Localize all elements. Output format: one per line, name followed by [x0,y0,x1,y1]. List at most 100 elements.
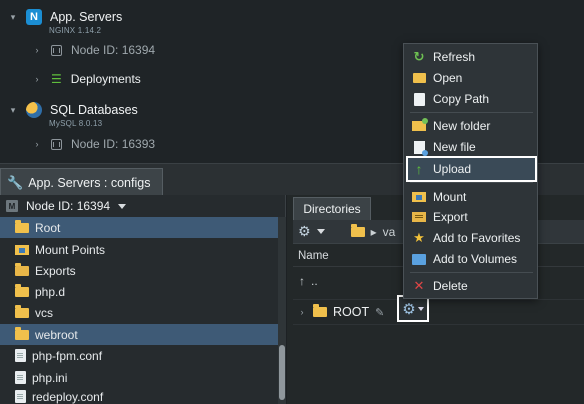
delete-icon: ✕ [413,278,425,293]
gear-icon[interactable]: ⚙ [298,223,311,240]
folder-open-icon[interactable] [350,223,365,237]
path-segment[interactable]: va [383,225,396,239]
table-row-root[interactable]: › ROOT ✎ [293,299,584,325]
menu-item-add-to-volumes[interactable]: Add to Volumes [408,249,535,269]
node-m-icon: M [6,200,18,212]
menu-item-delete[interactable]: ✕ Delete [408,276,535,296]
upload-icon: ↑ [415,161,423,177]
node-icon [51,44,62,56]
menu-item-add-to-favorites[interactable]: ★ Add to Favorites [408,228,535,248]
tab-directories[interactable]: Directories [293,197,371,220]
menu-item-label: Mount [433,190,467,204]
list-item[interactable]: php-fpm.conf [0,345,280,366]
menu-item-new-folder[interactable]: New folder [408,116,535,136]
list-item-label: redeploy.conf [32,389,104,404]
caret-down-icon [417,306,424,311]
menu-item-refresh[interactable]: ↻ Refresh [408,47,535,67]
menu-divider [410,182,533,183]
list-item[interactable]: Exports [0,260,280,281]
chevron-right-icon[interactable]: › [297,307,307,317]
tab-label: App. Servers : configs [28,175,151,190]
menu-item-upload[interactable]: ↑ Upload [406,156,537,182]
menu-item-label: Upload [433,162,472,176]
new-folder-icon [412,118,428,133]
list-item[interactable]: vcs [0,302,280,323]
menu-item-new-file[interactable]: New file [408,137,535,157]
caret-down-icon[interactable] [316,229,325,234]
menu-divider [410,272,533,273]
file-icon [15,349,26,362]
menu-item-export[interactable]: Export [408,207,535,227]
group-subtitle: NGINX 1.14.2 [49,25,102,35]
folder-icon [15,304,29,318]
menu-item-label: Add to Volumes [433,252,518,266]
new-file-icon [412,140,428,156]
parent-directory-label: .. [311,274,318,288]
list-item-label: Mount Points [35,242,106,257]
nginx-logo-icon: N [26,9,42,25]
list-item[interactable]: redeploy.conf [0,386,280,404]
deployments-label: Deployments [70,72,141,86]
menu-item-copy-path[interactable]: Copy Path [408,89,535,109]
scrollbar-thumb[interactable] [279,345,285,400]
node-row-16393[interactable]: › Node ID: 16393 [32,134,156,154]
list-item-label: vcs [35,305,53,320]
menu-divider [410,112,533,113]
mysql-logo-icon [26,102,42,118]
mount-folder-icon [15,244,29,255]
folder-icon [15,283,29,297]
node-selector-label: Node ID: 16394 [26,199,111,213]
menu-item-label: New folder [433,119,491,133]
list-item[interactable]: Root [0,217,280,238]
list-item-label: php.d [35,284,66,299]
refresh-icon: ↻ [413,49,425,64]
mount-icon [412,190,426,204]
file-tree-panel: M Node ID: 16394 Root Mount Points Exports… [0,195,286,404]
tab-configs[interactable]: 🔧 App. Servers : configs [0,168,163,196]
deployments-row[interactable]: › ☰ Deployments [32,69,141,89]
up-arrow-icon: ↑ [299,274,305,288]
deployments-icon: ☰ [51,72,62,86]
chevron-down-icon[interactable]: ▾ [8,12,18,22]
wrench-icon: 🔧 [7,174,24,190]
menu-item-label: Add to Favorites [433,231,521,245]
group-subtitle-row: MySQL 8.0.13 [49,113,102,133]
list-item-label: Exports [35,263,76,278]
volume-icon [412,252,426,266]
chevron-right-icon[interactable]: › [32,139,42,149]
pencil-icon[interactable]: ✎ [375,306,384,319]
chevron-right-icon[interactable]: › [32,45,42,55]
copy-icon [412,92,426,106]
list-item[interactable]: php.d [0,281,280,302]
node-selector[interactable]: M Node ID: 16394 [0,195,286,217]
group-subtitle-row: NGINX 1.14.2 [49,20,101,40]
chevron-down-icon[interactable]: ▾ [8,105,18,115]
caret-down-icon [118,203,127,209]
file-icon [15,371,26,384]
menu-item-label: Delete [433,279,468,293]
list-item[interactable]: Mount Points [0,239,280,260]
context-menu: ↻ Refresh Open Copy Path New folder New file ↑… [403,43,538,299]
list-item[interactable]: php.ini [0,367,280,388]
export-folder-icon [15,262,29,276]
node-icon [51,138,62,150]
folder-icon [15,219,29,233]
scrollbar[interactable] [278,217,286,404]
folder-open-icon [412,71,426,85]
list-item-label: php.ini [32,370,68,385]
menu-item-open[interactable]: Open [408,68,535,88]
menu-item-label: Export [433,210,468,224]
chevron-right-icon[interactable]: › [32,74,42,84]
file-icon [15,390,26,403]
node-id-label: Node ID: 16393 [71,137,156,151]
menu-item-label: Copy Path [433,92,490,106]
folder-icon [313,304,327,317]
list-item[interactable]: webroot [0,324,280,345]
group-subtitle: MySQL 8.0.13 [49,118,103,128]
node-row-16394[interactable]: › Node ID: 16394 [32,40,156,60]
row-actions-gear-button[interactable]: ⚙ [397,295,429,322]
folder-icon [15,326,29,340]
menu-item-label: New file [433,140,476,154]
menu-item-mount[interactable]: Mount [408,187,535,207]
export-icon [412,210,426,224]
